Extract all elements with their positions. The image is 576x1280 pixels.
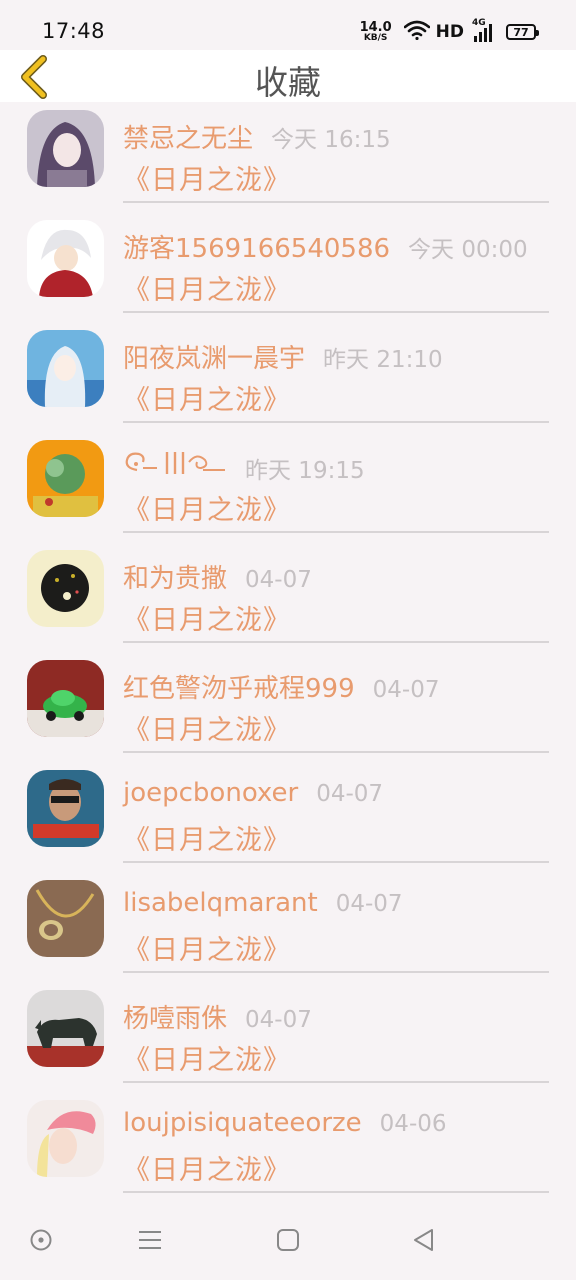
book-title[interactable]: 《日月之泷》 bbox=[123, 268, 291, 307]
list-item[interactable]: loujpisiquateeorze 04-06 《日月之泷》 bbox=[0, 1092, 576, 1202]
home-button[interactable] bbox=[274, 1226, 302, 1254]
divider bbox=[123, 531, 549, 533]
book-title[interactable]: 《日月之泷》 bbox=[123, 818, 291, 857]
book-title[interactable]: 《日月之泷》 bbox=[123, 1148, 291, 1187]
app-header: 收藏 bbox=[0, 50, 576, 102]
nickname-symbols-icon bbox=[125, 452, 225, 474]
user-name: 杨噎雨侏 bbox=[123, 1004, 228, 1034]
network-type: HD bbox=[435, 22, 464, 42]
net-speed: 14.0 KB/S bbox=[360, 21, 392, 43]
divider bbox=[123, 1081, 549, 1083]
avatar[interactable] bbox=[27, 880, 104, 957]
home-square-icon bbox=[277, 1229, 299, 1251]
net-speed-unit: KB/S bbox=[363, 33, 388, 43]
avatar[interactable] bbox=[27, 440, 104, 517]
user-name: 阳夜岚渊一晨宇 bbox=[123, 344, 306, 374]
menu-icon bbox=[139, 1231, 161, 1249]
user-name-graphic bbox=[123, 448, 227, 478]
user-name: 红色警沕乎戒程999 bbox=[123, 674, 355, 704]
divider bbox=[123, 751, 549, 753]
item-time: 今天 00:00 bbox=[408, 237, 528, 263]
status-bar: 17:48 14.0 KB/S HD 4G 77 bbox=[0, 0, 576, 50]
user-name: 游客1569166540586 bbox=[123, 234, 391, 264]
item-time: 04-06 bbox=[379, 1111, 447, 1137]
book-title[interactable]: 《日月之泷》 bbox=[123, 158, 291, 197]
item-time: 04-07 bbox=[372, 677, 440, 703]
list-item[interactable]: 禁忌之无尘 今天 16:15 《日月之泷》 bbox=[0, 102, 576, 212]
avatar[interactable] bbox=[27, 220, 104, 297]
book-title[interactable]: 《日月之泷》 bbox=[123, 1038, 291, 1077]
assistant-circle-icon bbox=[30, 1229, 52, 1251]
book-title[interactable]: 《日月之泷》 bbox=[123, 378, 291, 417]
status-icons: 14.0 KB/S HD 4G 77 bbox=[360, 18, 539, 45]
divider bbox=[123, 201, 549, 203]
battery-level: 77 bbox=[513, 25, 529, 39]
list-item[interactable]: 红色警沕乎戒程999 04-07 《日月之泷》 bbox=[0, 652, 576, 762]
list-item[interactable]: 和为贵撒 04-07 《日月之泷》 bbox=[0, 542, 576, 652]
avatar[interactable] bbox=[27, 550, 104, 627]
avatar[interactable] bbox=[27, 990, 104, 1067]
divider bbox=[123, 1191, 549, 1193]
book-title[interactable]: 《日月之泷》 bbox=[123, 928, 291, 967]
divider bbox=[123, 861, 549, 863]
list-item[interactable]: 昨天 19:15 《日月之泷》 bbox=[0, 432, 576, 542]
book-title[interactable]: 《日月之泷》 bbox=[123, 488, 291, 527]
list-item[interactable]: 阳夜岚渊一晨宇 昨天 21:10 《日月之泷》 bbox=[0, 322, 576, 432]
user-name: lisabelqmarant bbox=[123, 888, 318, 918]
divider bbox=[123, 971, 549, 973]
list-item[interactable]: lisabelqmarant 04-07 《日月之泷》 bbox=[0, 872, 576, 982]
system-nav-bar bbox=[0, 1200, 576, 1280]
signal-label: 4G bbox=[472, 18, 486, 28]
battery-icon: 77 bbox=[506, 24, 539, 40]
list-item[interactable]: joepcbonoxer 04-07 《日月之泷》 bbox=[0, 762, 576, 872]
back-triangle-icon bbox=[414, 1229, 433, 1251]
avatar[interactable] bbox=[27, 330, 104, 407]
list-item[interactable]: 游客1569166540586 今天 00:00 《日月之泷》 bbox=[0, 212, 576, 322]
user-name: joepcbonoxer bbox=[123, 778, 299, 808]
avatar[interactable] bbox=[27, 770, 104, 847]
status-time: 17:48 bbox=[42, 19, 106, 43]
user-name: 禁忌之无尘 bbox=[123, 124, 254, 154]
item-time: 昨天 21:10 bbox=[323, 347, 443, 373]
system-back-button[interactable] bbox=[410, 1226, 438, 1254]
wifi-icon bbox=[403, 20, 430, 44]
divider bbox=[123, 311, 549, 313]
item-time: 04-07 bbox=[316, 781, 384, 807]
assistant-button[interactable] bbox=[27, 1226, 55, 1254]
list-item[interactable]: 杨噎雨侏 04-07 《日月之泷》 bbox=[0, 982, 576, 1092]
avatar[interactable] bbox=[27, 660, 104, 737]
book-title[interactable]: 《日月之泷》 bbox=[123, 598, 291, 637]
item-time: 今天 16:15 bbox=[271, 127, 391, 153]
item-time: 04-07 bbox=[245, 567, 312, 593]
item-time: 04-07 bbox=[335, 891, 403, 917]
menu-button[interactable] bbox=[136, 1226, 164, 1254]
item-time: 04-07 bbox=[245, 1007, 312, 1033]
item-time: 昨天 19:15 bbox=[245, 458, 365, 484]
user-name: loujpisiquateeorze bbox=[123, 1108, 362, 1138]
divider bbox=[123, 641, 549, 643]
divider bbox=[123, 421, 549, 423]
avatar[interactable] bbox=[27, 1100, 104, 1177]
favorites-list: 禁忌之无尘 今天 16:15 《日月之泷》 游客1569166540586 今天… bbox=[0, 102, 576, 1202]
avatar[interactable] bbox=[27, 110, 104, 187]
page-title: 收藏 bbox=[255, 63, 321, 102]
signal-icon: 4G bbox=[472, 18, 494, 42]
user-name: 和为贵撒 bbox=[123, 564, 228, 594]
book-title[interactable]: 《日月之泷》 bbox=[123, 708, 291, 747]
